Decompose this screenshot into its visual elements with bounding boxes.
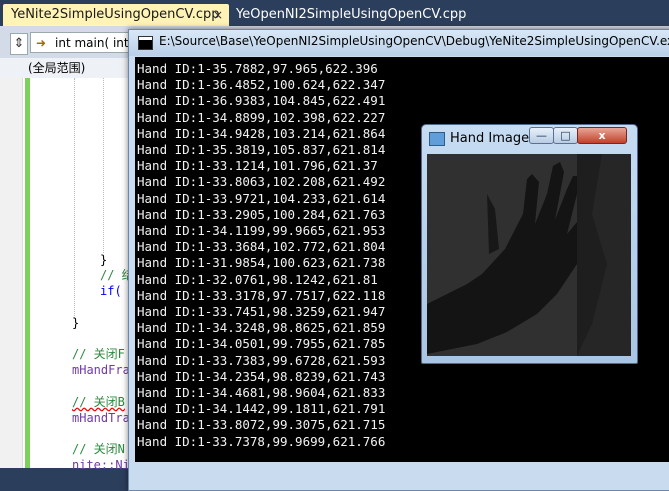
minimize-button[interactable]: — (529, 127, 554, 144)
maximize-button[interactable]: □ (553, 127, 578, 144)
code-comment: // 关闭B (72, 395, 125, 409)
console-line: Hand ID:1-34.8899,102.398,622.227 (137, 109, 386, 125)
console-line: Hand ID:1-33.7378,99.9699,621.766 (137, 433, 386, 449)
console-line: Hand ID:1-33.2905,100.284,621.763 (137, 206, 386, 222)
function-arrow-icon: ➜ (36, 36, 47, 50)
tab-label: YeOpenNI2SimpleUsingOpenCV.cpp (236, 7, 467, 22)
console-line: Hand ID:1-33.1214,101.796,621.37 (137, 158, 378, 174)
depth-image (427, 154, 631, 356)
console-title: E:\Source\Base\YeOpenNI2SimpleUsingOpenC… (159, 34, 669, 48)
console-line: Hand ID:1-35.3819,105.837,621.814 (137, 142, 386, 157)
hand-depth-svg (427, 154, 631, 356)
code-comment: // 关闭N (72, 442, 125, 456)
console-line: Hand ID:1-33.7383,99.6728,621.593 (137, 352, 386, 368)
function-dropdown[interactable]: ➜ int main( int (30, 32, 140, 53)
console-app-icon (138, 36, 153, 50)
code-line: mHandFra (72, 363, 130, 377)
scope-dropdown[interactable]: (全局范围) (28, 58, 85, 78)
console-line: Hand ID:1-36.9383,104.845,622.491 (137, 93, 386, 109)
console-line: Hand ID:1-36.4852,100.624,622.347 (137, 77, 386, 93)
code-brace: } (72, 316, 80, 330)
tab-yeopenni2[interactable]: YeOpenNI2SimpleUsingOpenCV.cpp (228, 4, 466, 26)
tab-yenite2[interactable]: YeNite2SimpleUsingOpenCV.cpp × (3, 4, 229, 26)
console-line: Hand ID:1-32.0761,98.1242,621.81 (137, 271, 378, 287)
window-app-icon (429, 132, 445, 146)
console-line: Hand ID:1-34.2354,98.8239,621.743 (137, 368, 386, 384)
console-line: Hand ID:1-34.1199,99.9665,621.953 (137, 223, 386, 238)
close-button[interactable]: x (577, 127, 627, 144)
code-line: nite::Ni (72, 458, 130, 472)
console-line: Hand ID:1-33.3684,102.772,621.804 (137, 239, 386, 255)
console-line: Hand ID:1-33.9721,104.233,621.614 (137, 190, 386, 206)
code-line: mHandTra (72, 411, 130, 425)
console-line: Hand ID:1-33.7451,98.3259,621.947 (137, 304, 386, 319)
indent-guide (103, 78, 104, 253)
console-line: Hand ID:1-31.9854,100.623,621.738 (137, 255, 386, 271)
console-line: Hand ID:1-34.0501,99.7955,621.785 (137, 336, 386, 352)
console-line: Hand ID:1-34.9428,103.214,621.864 (137, 125, 386, 141)
console-line: Hand ID:1-34.3248,98.8625,621.859 (137, 320, 386, 336)
split-view-icon[interactable]: ⇕ (10, 33, 28, 55)
code-comment: // 关闭F (72, 347, 125, 361)
hand-window-title: Hand Image (450, 131, 530, 146)
editor-margin (0, 78, 23, 468)
console-line: Hand ID:1-33.3178,97.7517,622.118 (137, 287, 386, 303)
indent-guide (74, 78, 75, 318)
hand-image-window[interactable]: Hand Image — □ x (421, 124, 638, 364)
console-line: Hand ID:1-34.1442,99.1811,621.791 (137, 401, 386, 417)
change-tracking-bar (25, 78, 30, 468)
console-line: Hand ID:1-33.8063,102.208,621.492 (137, 174, 386, 190)
console-line: Hand ID:1-34.4681,98.9604,621.833 (137, 385, 386, 400)
console-line: Hand ID:1-35.7882,97.965,622.396 (137, 61, 378, 76)
function-dropdown-value: int main( int (55, 36, 129, 50)
code-brace: } (100, 253, 108, 267)
console-line: Hand ID:1-33.8072,99.3075,621.715 (137, 417, 386, 433)
maximize-icon: □ (560, 129, 571, 142)
close-icon: x (598, 129, 606, 142)
minimize-icon: — (536, 129, 547, 142)
code-if: if( (100, 284, 122, 298)
tab-label: YeNite2SimpleUsingOpenCV.cpp (11, 7, 220, 22)
tab-close-icon[interactable]: × (213, 4, 223, 26)
console-title-bar[interactable]: E:\Source\Base\YeOpenNI2SimpleUsingOpenC… (129, 30, 669, 56)
